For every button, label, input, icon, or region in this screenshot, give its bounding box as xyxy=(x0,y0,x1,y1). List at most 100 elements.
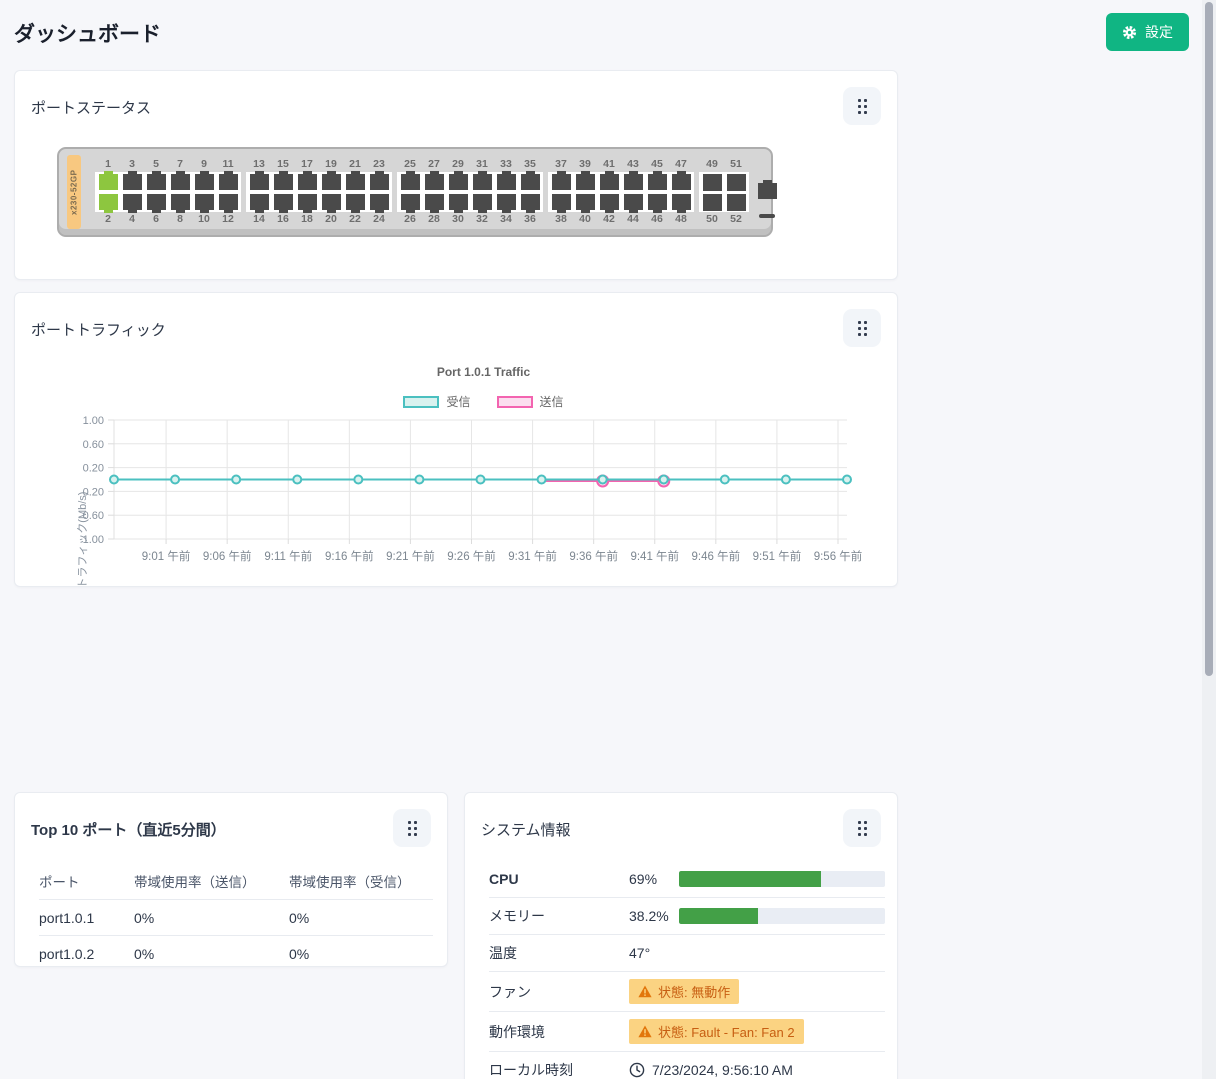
port-45[interactable] xyxy=(647,171,667,190)
local-time-text: 7/23/2024, 9:56:10 AM xyxy=(652,1062,793,1078)
port-number-bottom: 48 xyxy=(675,213,687,225)
port-47[interactable] xyxy=(671,171,691,190)
top-ports-drag-handle[interactable] xyxy=(393,809,431,847)
port-37[interactable] xyxy=(551,171,571,190)
port-8[interactable] xyxy=(170,194,190,213)
port-10[interactable] xyxy=(194,194,214,213)
grip-icon xyxy=(857,320,867,336)
port-16[interactable] xyxy=(273,194,293,213)
scrollbar-track[interactable] xyxy=(1202,0,1216,1079)
port-18[interactable] xyxy=(297,194,317,213)
column-header: 帯域使用率（送信） xyxy=(134,875,256,890)
port-1[interactable] xyxy=(98,171,118,190)
port-column: 56 xyxy=(146,157,166,227)
port-number-top: 17 xyxy=(301,158,313,170)
port-41[interactable] xyxy=(599,171,619,190)
console-port[interactable] xyxy=(757,180,777,199)
port-12[interactable] xyxy=(218,194,238,213)
port-6[interactable] xyxy=(146,194,166,213)
svg-text:9:06 午前: 9:06 午前 xyxy=(203,549,252,563)
traffic-plot[interactable]: 1.000.600.200.200.601.009:01 午前 9:06 午前 9:… xyxy=(59,414,869,570)
port-number-top: 9 xyxy=(201,158,207,170)
legend-item[interactable]: 送信 xyxy=(496,393,564,410)
port-35[interactable] xyxy=(520,171,540,190)
svg-text:9:41 午前: 9:41 午前 xyxy=(630,549,679,563)
port-28[interactable] xyxy=(424,194,444,213)
svg-text:9:16 午前: 9:16 午前 xyxy=(325,549,374,563)
port-24[interactable] xyxy=(369,194,389,213)
system-info-card: システム情報 CPU 69% メモリー 38.2% 温度 47° ファン 状態: 無動作 動作環… xyxy=(464,792,898,1079)
port-column: 37 38 xyxy=(551,157,571,227)
port-52[interactable] xyxy=(726,193,746,211)
port-48[interactable] xyxy=(671,194,691,213)
port-5[interactable] xyxy=(146,171,166,190)
port-42[interactable] xyxy=(599,194,619,213)
table-cell: port1.0.1 xyxy=(39,909,95,926)
text-value: 47° xyxy=(629,945,651,961)
legend-label: 受信 xyxy=(446,395,471,409)
port-36[interactable] xyxy=(520,194,540,213)
port-3[interactable] xyxy=(122,171,142,190)
port-4[interactable] xyxy=(122,194,142,213)
port-34[interactable] xyxy=(496,194,516,213)
port-2[interactable] xyxy=(98,194,118,213)
port-column: 33 34 xyxy=(496,157,516,227)
port-number-bottom: 34 xyxy=(500,213,512,225)
port-26[interactable] xyxy=(400,194,420,213)
port-column: 19 20 xyxy=(321,157,341,227)
port-30[interactable] xyxy=(448,194,468,213)
table-row[interactable]: port1.0.2 0% 0% xyxy=(39,935,433,971)
scrollbar-thumb[interactable] xyxy=(1205,2,1213,676)
port-traffic-drag-handle[interactable] xyxy=(843,309,881,347)
grip-icon xyxy=(407,820,417,836)
port-number-bottom: 20 xyxy=(325,213,337,225)
port-column: 13 14 xyxy=(249,157,269,227)
port-14[interactable] xyxy=(249,194,269,213)
port-32[interactable] xyxy=(472,194,492,213)
port-33[interactable] xyxy=(496,171,516,190)
port-43[interactable] xyxy=(623,171,643,190)
system-row-value: 47° xyxy=(629,945,885,961)
port-11[interactable] xyxy=(218,171,238,190)
port-46[interactable] xyxy=(647,194,667,213)
port-status-drag-handle[interactable] xyxy=(843,87,881,125)
port-39[interactable] xyxy=(575,171,595,190)
grip-icon xyxy=(857,820,867,836)
table-row[interactable]: port1.0.1 0% 0% xyxy=(39,899,433,935)
system-row-value: 7/23/2024, 9:56:10 AM xyxy=(629,1062,885,1078)
port-15[interactable] xyxy=(273,171,293,190)
table-cell: 0% xyxy=(134,909,155,926)
port-31[interactable] xyxy=(472,171,492,190)
legend-item[interactable]: 受信 xyxy=(403,393,471,410)
system-row-label: メモリー xyxy=(489,908,545,924)
port-9[interactable] xyxy=(194,171,214,190)
port-number-bottom: 44 xyxy=(627,213,639,225)
port-number-bottom: 14 xyxy=(253,213,265,225)
port-25[interactable] xyxy=(400,171,420,190)
system-info-drag-handle[interactable] xyxy=(843,809,881,847)
port-22[interactable] xyxy=(345,194,365,213)
port-51[interactable] xyxy=(726,173,746,191)
port-7[interactable] xyxy=(170,171,190,190)
port-21[interactable] xyxy=(345,171,365,190)
port-23[interactable] xyxy=(369,171,389,190)
port-17[interactable] xyxy=(297,171,317,190)
svg-text:9:51 午前: 9:51 午前 xyxy=(753,549,802,563)
settings-button[interactable]: 設定 xyxy=(1106,13,1189,51)
port-50[interactable] xyxy=(702,193,722,211)
port-status-card: ポートステータス x230-52GP 1 2 3 4 5 6 7 8 9 10 11 12 13 14 15… xyxy=(14,70,898,280)
port-49[interactable] xyxy=(702,173,722,191)
local-time-value: 7/23/2024, 9:56:10 AM xyxy=(629,1062,793,1078)
port-19[interactable] xyxy=(321,171,341,190)
port-column: 45 46 xyxy=(647,157,667,227)
port-38[interactable] xyxy=(551,194,571,213)
port-13[interactable] xyxy=(249,171,269,190)
port-44[interactable] xyxy=(623,194,643,213)
port-number-bottom: 50 xyxy=(706,213,718,225)
port-40[interactable] xyxy=(575,194,595,213)
port-27[interactable] xyxy=(424,171,444,190)
port-number-top: 1 xyxy=(105,158,111,170)
table-header-row: ポート 帯域使用率（送信） 帯域使用率（受信） xyxy=(39,863,433,899)
port-20[interactable] xyxy=(321,194,341,213)
port-29[interactable] xyxy=(448,171,468,190)
